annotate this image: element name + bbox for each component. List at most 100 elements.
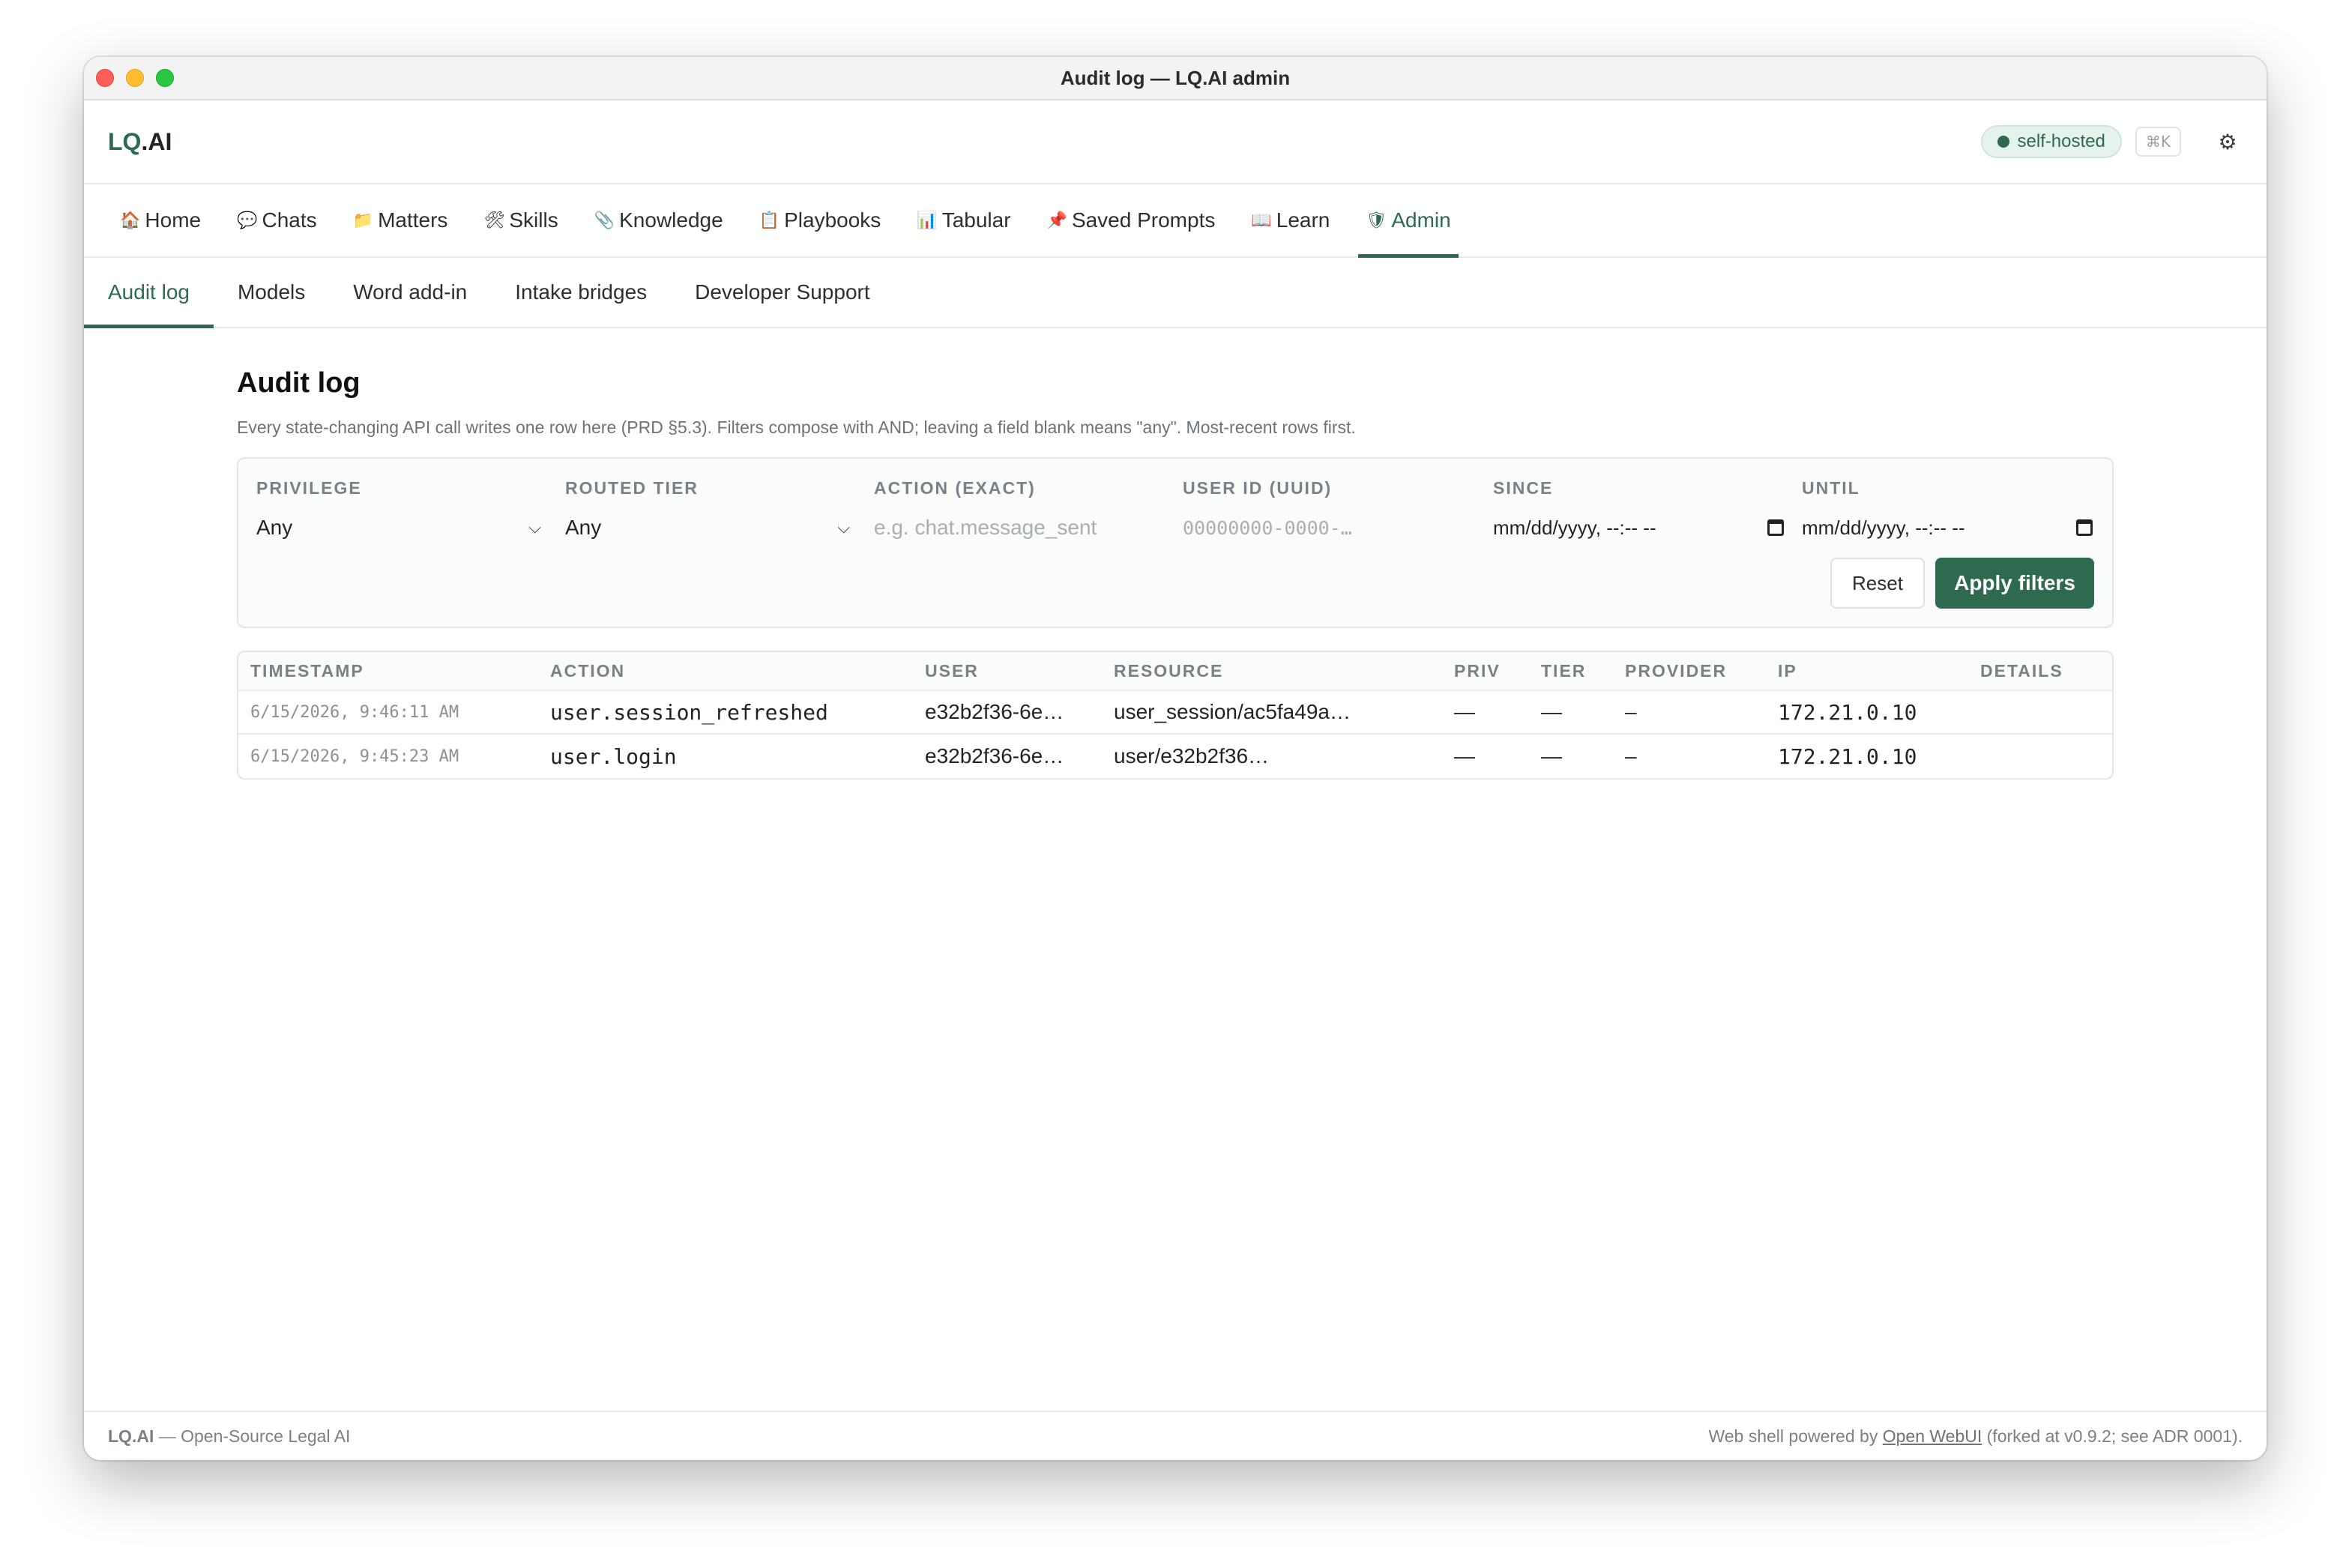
deployment-badge: self-hosted [1981,125,2122,158]
cell-user: e32b2f36-6e… [925,744,1064,768]
table-header: Timestamp Action User Resource Priv Tier Provi… [238,652,2112,691]
privilege-label: Privilege [256,478,362,498]
user-id-filter: User ID (UUID) 00000000-0000-… [1183,478,1468,540]
nav-item-label: Home [145,208,202,232]
page-title: Audit log [237,367,361,399]
nav-item-skills[interactable]: 🛠 Skills [476,184,565,256]
table-row[interactable]: 6/15/2026, 9:46:11 AM user.session_refres… [238,691,2112,735]
nav-item-label: Knowledge [619,208,723,232]
bar-chart-icon: 📊 [917,211,938,230]
nav-item-label: Playbooks [784,208,881,232]
paperclip-icon: 📎 [594,211,615,230]
nav-item-admin[interactable]: 🛡 Admin [1358,184,1459,258]
privilege-select[interactable]: Any ⌵ [256,515,541,540]
tab-developer-support[interactable]: Developer Support [671,258,893,327]
footer-brand: LQ.AI — Open-Source Legal AI [108,1426,351,1446]
calendar-icon[interactable] [2076,519,2093,536]
cell-tier: — [1541,744,1562,768]
cell-provider: – [1625,700,1637,723]
chevron-down-icon: ⌵ [837,518,850,537]
column-header-ip: IP [1778,660,1797,681]
cell-timestamp: 6/15/2026, 9:45:23 AM [250,747,459,766]
column-header-action: Action [550,660,626,681]
close-window-button[interactable] [96,69,114,87]
shield-icon: 🛡 [1366,211,1387,230]
status-dot-icon [1997,136,2010,148]
until-datetime-input[interactable]: mm/dd/yyyy, --:-- -- [1802,515,2093,540]
page-description: Every state-changing API call writes one… [237,417,1356,437]
routed-tier-select[interactable]: Any ⌵ [565,515,850,540]
nav-item-label: Skills [509,208,558,232]
window-controls [96,69,174,87]
maximize-window-button[interactable] [156,69,174,87]
nav-item-label: Chats [262,208,317,232]
nav-item-matters[interactable]: 📁 Matters [346,184,456,256]
cell-provider: – [1625,744,1637,768]
audit-log-panel: Audit log Every state-changing API call … [237,357,2114,780]
chevron-down-icon: ⌵ [528,518,541,537]
routed-tier-label: Routed tier [565,478,699,498]
column-header-timestamp: Timestamp [250,660,364,681]
cell-action: user.session_refreshed [550,699,828,725]
cell-user: e32b2f36-6e… [925,700,1064,723]
column-header-priv: Priv [1454,660,1501,681]
nav-item-tabular[interactable]: 📊 Tabular [909,184,1018,256]
filter-panel: Privilege Any ⌵ Routed tier Any ⌵ Action… [237,457,2114,628]
table-row[interactable]: 6/15/2026, 9:45:23 AM user.login e32b2f36-… [238,735,2112,778]
user-id-input[interactable]: 00000000-0000-… [1183,515,1468,540]
column-header-tier: Tier [1541,660,1587,681]
title-bar: Audit log — LQ.AI admin [84,57,2267,100]
tab-intake-bridges[interactable]: Intake bridges [491,258,671,327]
deployment-badge-label: self-hosted [2017,131,2105,151]
action-filter: Action (exact) e.g. chat.message_sent [874,478,1159,540]
pushpin-icon: 📌 [1046,211,1067,230]
action-input[interactable]: e.g. chat.message_sent [874,515,1159,540]
cell-priv: — [1454,744,1475,768]
nav-item-label: Matters [378,208,448,232]
nav-item-playbooks[interactable]: 📋 Playbooks [752,184,889,256]
cell-ip: 172.21.0.10 [1778,699,1917,725]
cell-resource: user/e32b2f36… [1114,744,1270,768]
cell-ip: 172.21.0.10 [1778,744,1917,769]
tab-models[interactable]: Models [214,258,329,327]
window-title: Audit log — LQ.AI admin [1060,66,1291,89]
apply-filters-button[interactable]: Apply filters [1935,558,2094,609]
nav-item-label: Tabular [941,208,1011,232]
minimize-window-button[interactable] [126,69,144,87]
until-filter: Until mm/dd/yyyy, --:-- -- [1802,478,2093,540]
tab-audit-log[interactable]: Audit log [84,258,214,328]
folder-icon: 📁 [352,211,374,230]
open-webui-link[interactable]: Open WebUI [1883,1426,1982,1446]
admin-subnav: Audit log Models Word add-in Intake bridges… [84,258,2267,328]
book-icon: 📖 [1251,211,1272,230]
calendar-icon[interactable] [1767,519,1784,536]
footer-credits: Web shell powered by Open WebUI (forked … [1708,1426,2243,1446]
nav-item-saved-prompts[interactable]: 📌 Saved Prompts [1040,184,1223,256]
app-header: LQ.AI self-hosted ⌘K ⚙ [84,100,2267,184]
command-palette-shortcut[interactable]: ⌘K [2135,127,2181,157]
nav-item-chats[interactable]: 💬 Chats [229,184,325,256]
tab-word-add-in[interactable]: Word add-in [329,258,491,327]
privilege-filter: Privilege Any ⌵ [256,478,541,540]
reset-button[interactable]: Reset [1830,558,1925,609]
cell-tier: — [1541,700,1562,723]
nav-item-home[interactable]: 🏠 Home [112,184,208,256]
nav-item-knowledge[interactable]: 📎 Knowledge [587,184,731,256]
logo[interactable]: LQ.AI [108,128,172,156]
since-datetime-input[interactable]: mm/dd/yyyy, --:-- -- [1493,515,1784,540]
cell-resource: user_session/ac5fa49a… [1114,700,1351,723]
cell-action: user.login [550,744,677,769]
gear-icon[interactable]: ⚙ [2213,130,2243,154]
main-nav: 🏠 Home 💬 Chats 📁 Matters 🛠 Skills 📎 Knowledge 📋 Pla… [84,184,2267,258]
audit-table: Timestamp Action User Resource Priv Tier Provi… [237,651,2114,780]
column-header-details: Details [1980,660,2063,681]
nav-item-learn[interactable]: 📖 Learn [1243,184,1337,256]
column-header-resource: Resource [1114,660,1224,681]
home-icon: 🏠 [120,211,141,230]
cell-priv: — [1454,700,1475,723]
cell-timestamp: 6/15/2026, 9:46:11 AM [250,702,459,722]
nav-item-label: Learn [1276,208,1330,232]
column-header-user: User [925,660,979,681]
user-id-label: User ID (UUID) [1183,478,1333,498]
tools-icon: 🛠 [483,211,505,230]
